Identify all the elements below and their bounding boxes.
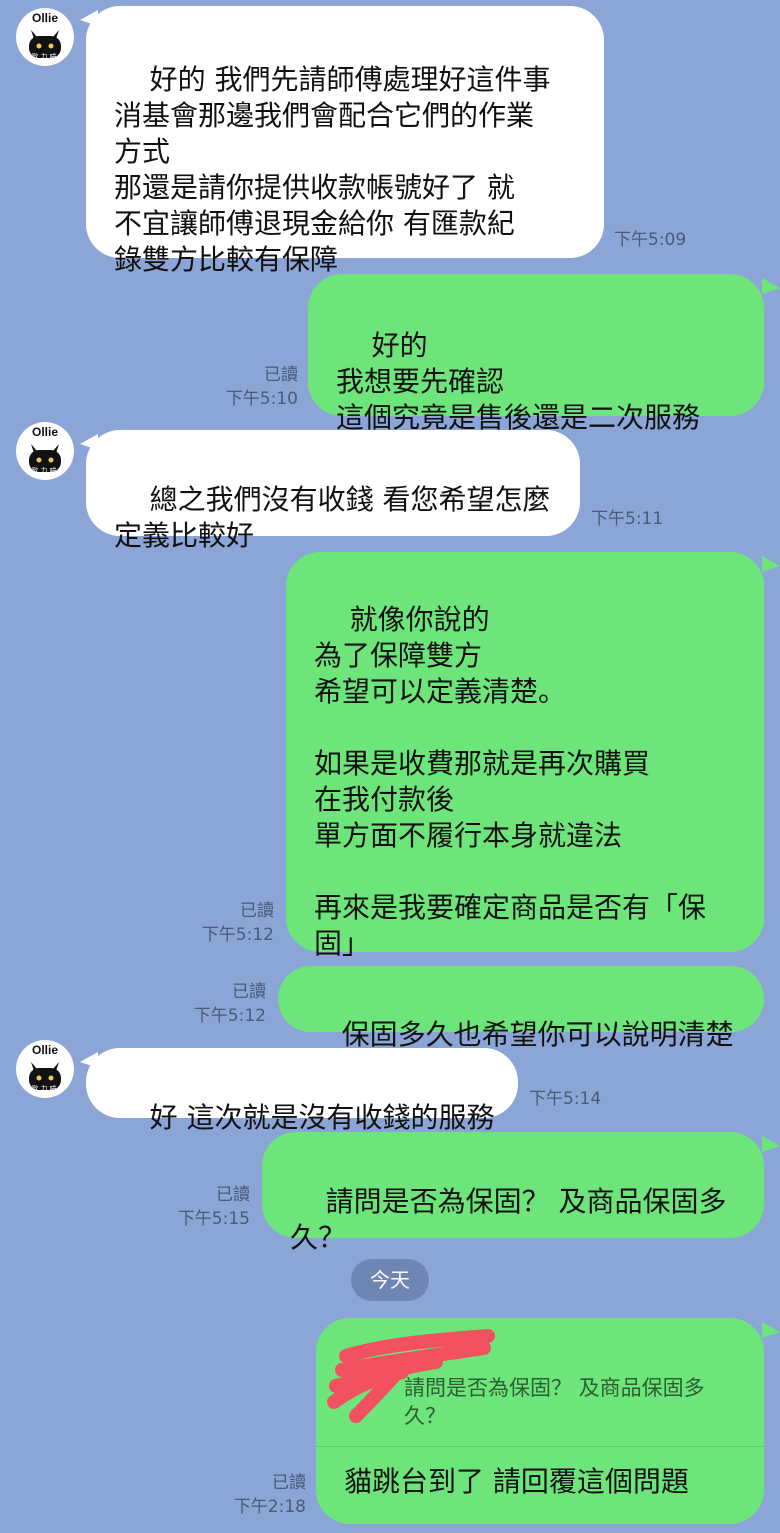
message-bubble-outgoing[interactable]: 就像你說的 為了保障雙方 希望可以定義清楚。 如果是收費那就是再次購買 在我付款… (286, 552, 764, 960)
message-bubble-outgoing[interactable]: 請問是否為保固？ 及商品保固多 久？ (262, 1132, 764, 1254)
avatar-name: Ollie (31, 425, 58, 439)
avatar-subtitle: 歐力喵 (31, 1085, 59, 1093)
message-bubble-outgoing[interactable]: 好的 我想要先確認 這個究竟是售後還是二次服務 (308, 274, 764, 434)
message-bubble-incoming[interactable]: 好的 我們先請師傅處理好這件事 消基會那邊我們會配合它們的作業 方式 那還是請你… (86, 6, 604, 276)
message-text: 保固多久也希望你可以說明清楚 (341, 1018, 734, 1051)
reply-message-bubble[interactable]: 請問是否為保固？ 及商品保固多 久？ 貓跳台到了 請回覆這個問題 (316, 1318, 764, 1524)
quoted-message[interactable]: 請問是否為保固？ 及商品保固多 久？ (316, 1318, 764, 1447)
message-time: 下午5:09 (614, 230, 687, 250)
message-time: 下午5:11 (591, 509, 664, 529)
avatar-subtitle: 歐力喵 (31, 53, 59, 61)
contact-avatar[interactable]: Ollie 歐力喵 (16, 8, 74, 66)
read-status: 已讀 (216, 1185, 250, 1205)
message-text: 貓跳台到了 請回覆這個問題 (344, 1465, 689, 1498)
contact-avatar[interactable]: Ollie 歐力喵 (16, 1040, 74, 1098)
message-time: 下午2:18 (233, 1497, 306, 1517)
chat-window: Ollie 歐力喵 好的 我們先請師傅處理好這件事 消基會那邊我們會配合它們的作… (0, 0, 780, 1533)
read-status: 已讀 (232, 982, 266, 1002)
message-text: 好的 我想要先確認 這個究竟是售後還是二次服務 (336, 329, 701, 434)
read-status: 已讀 (272, 1473, 306, 1493)
bubble-tail (762, 278, 780, 294)
message-text: 就像你說的 為了保障雙方 希望可以定義清楚。 如果是收費那就是再次購買 在我付款… (314, 603, 707, 960)
message-time: 下午5:15 (177, 1209, 250, 1229)
message-text: 好 這次就是沒有收錢的服務 (149, 1101, 495, 1134)
bubble-tail (762, 1136, 780, 1152)
quoted-text: 請問是否為保固？ 及商品保固多 久？ (404, 1376, 705, 1428)
avatar-name: Ollie (31, 11, 58, 25)
message-text: 請問是否為保固？ 及商品保固多 久？ (290, 1185, 727, 1254)
message-time: 下午5:10 (225, 389, 298, 409)
message-bubble-incoming[interactable]: 好 這次就是沒有收錢的服務 (86, 1048, 518, 1134)
avatar-subtitle: 歐力喵 (31, 467, 59, 475)
message-time: 下午5:12 (201, 925, 274, 945)
read-status: 已讀 (240, 901, 274, 921)
message-text: 總之我們沒有收錢 看您希望怎麼 定義比較好 (114, 483, 551, 552)
message-time: 下午5:12 (193, 1006, 266, 1026)
contact-avatar[interactable]: Ollie 歐力喵 (16, 422, 74, 480)
avatar-name: Ollie (31, 1043, 58, 1057)
message-text: 好的 我們先請師傅處理好這件事 消基會那邊我們會配合它們的作業 方式 那還是請你… (114, 63, 551, 276)
bubble-tail (762, 556, 780, 572)
message-bubble-incoming[interactable]: 總之我們沒有收錢 看您希望怎麼 定義比較好 (86, 430, 580, 552)
read-status: 已讀 (264, 365, 298, 385)
message-bubble-outgoing[interactable]: 保固多久也希望你可以說明清楚 (278, 966, 764, 1051)
date-divider: 今天 (351, 1259, 429, 1301)
bubble-tail (762, 1322, 780, 1338)
message-time: 下午5:14 (529, 1089, 602, 1109)
